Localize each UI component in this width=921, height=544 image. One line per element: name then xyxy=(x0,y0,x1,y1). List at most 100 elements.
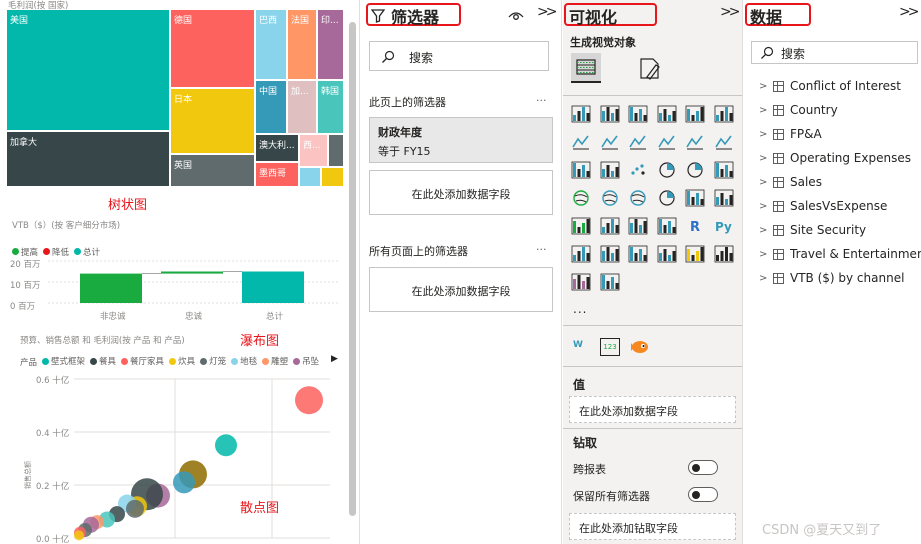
more-visuals-icon[interactable]: ... xyxy=(573,302,587,316)
chevron-right-icon[interactable]: > xyxy=(759,273,773,284)
scatter-chart[interactable] xyxy=(0,370,345,544)
filled-map-icon[interactable] xyxy=(600,189,620,207)
kpi-123-icon[interactable]: 123 xyxy=(600,338,620,356)
scatter-icon[interactable] xyxy=(628,161,648,179)
qa-icon[interactable] xyxy=(628,245,648,263)
treemap-cell[interactable]: 法国 xyxy=(288,10,316,79)
cross-report-toggle[interactable] xyxy=(688,460,718,475)
stacked-area-icon[interactable] xyxy=(628,133,648,151)
keep-filters-toggle[interactable] xyxy=(688,487,718,502)
treemap-cell[interactable]: 英国 xyxy=(171,155,254,186)
legend-next-icon[interactable]: ▶ xyxy=(331,354,338,364)
chevron-right-icon[interactable]: > xyxy=(759,225,773,236)
data-table-item[interactable]: > FP&A xyxy=(759,127,822,141)
data-table-item[interactable]: > VTB ($) by channel xyxy=(759,271,904,285)
filter-card-fiscal-year[interactable]: 财政年度 等于 FY15 xyxy=(369,117,553,163)
stacked-bar-icon[interactable] xyxy=(571,105,591,123)
goals-icon[interactable] xyxy=(685,245,705,263)
add-field-dropzone[interactable]: 在此处添加数据字段 xyxy=(369,170,553,215)
canvas-scrollbar[interactable] xyxy=(349,22,356,516)
waterfall-bar[interactable] xyxy=(242,271,304,304)
data-table-item[interactable]: > Country xyxy=(759,103,838,117)
treemap-cell[interactable]: 日本 xyxy=(171,89,254,153)
fish-icon[interactable] xyxy=(629,338,651,356)
data-table-item[interactable]: > SalesVsExpense xyxy=(759,199,887,213)
clustered-bar-icon[interactable] xyxy=(628,105,648,123)
clustered-column-icon[interactable] xyxy=(657,105,677,123)
more-options-icon[interactable]: ... xyxy=(536,240,547,253)
donut-icon[interactable] xyxy=(685,161,705,179)
funnel-icon[interactable] xyxy=(600,161,620,179)
treemap-cell[interactable]: 加拿大 xyxy=(7,132,169,186)
legend-item[interactable]: 灯笼 xyxy=(200,355,226,367)
scatter-point[interactable] xyxy=(74,530,84,541)
stacked-column-icon[interactable] xyxy=(600,105,620,123)
data-table-item[interactable]: > Travel & Entertainment xyxy=(759,247,921,261)
legend-item[interactable]: 餐具 xyxy=(90,355,116,367)
data-search-input[interactable]: 搜索 xyxy=(751,41,918,64)
chevron-right-icon[interactable]: > xyxy=(759,201,773,212)
power-apps-icon[interactable] xyxy=(571,273,591,291)
treemap-cell[interactable]: 中国 xyxy=(256,81,286,133)
treemap-cell[interactable]: 印... xyxy=(318,10,343,79)
scatter-point[interactable] xyxy=(215,434,237,457)
table-icon[interactable] xyxy=(628,217,648,235)
treemap-icon[interactable] xyxy=(714,161,734,179)
build-visual-tab[interactable] xyxy=(571,53,601,83)
data-table-item[interactable]: > Conflict of Interest xyxy=(759,79,901,93)
treemap-cell[interactable]: 墨西哥 xyxy=(256,163,298,186)
decomposition-tree-icon[interactable] xyxy=(600,245,620,263)
azure-map-icon[interactable] xyxy=(628,189,648,207)
area-chart-icon[interactable] xyxy=(600,133,620,151)
treemap-cell[interactable]: 澳大利... xyxy=(256,135,298,161)
pie-icon[interactable] xyxy=(657,161,677,179)
waterfall-icon[interactable] xyxy=(571,161,591,179)
data-table-item[interactable]: > Operating Expenses xyxy=(759,151,911,165)
add-field-dropzone-all-pages[interactable]: 在此处添加数据字段 xyxy=(369,267,553,312)
smart-narrative-icon[interactable] xyxy=(657,245,677,263)
slicer-icon[interactable] xyxy=(600,217,620,235)
scatter-point[interactable] xyxy=(126,499,144,518)
waterfall-bar[interactable] xyxy=(161,271,223,274)
key-influencers-icon[interactable] xyxy=(571,245,591,263)
kpi-icon[interactable] xyxy=(571,217,591,235)
treemap-cell[interactable]: 西... xyxy=(300,135,327,166)
card-icon[interactable] xyxy=(685,189,705,207)
chevron-right-icon[interactable]: > xyxy=(759,249,773,260)
waterfall-bar[interactable] xyxy=(80,273,142,303)
data-table-item[interactable]: > Site Security xyxy=(759,223,866,237)
treemap-cell[interactable]: 美国 xyxy=(7,10,169,130)
power-automate-icon[interactable] xyxy=(600,273,620,291)
legend-item[interactable]: 餐厅家具 xyxy=(121,355,164,367)
100-column-icon[interactable] xyxy=(714,105,734,123)
scatter-point[interactable] xyxy=(173,471,195,494)
treemap-cell[interactable]: 巴西 xyxy=(256,10,286,79)
more-options-icon[interactable]: ... xyxy=(536,91,547,104)
values-dropzone[interactable]: 在此处添加数据字段 xyxy=(569,396,736,423)
treemap-cell[interactable] xyxy=(329,135,343,166)
eye-icon[interactable] xyxy=(508,8,524,22)
gauge-icon[interactable] xyxy=(657,189,677,207)
treemap-cell[interactable] xyxy=(300,168,320,186)
r-visual-icon[interactable]: R xyxy=(685,217,705,235)
treemap-cell[interactable]: 韩国 xyxy=(318,81,343,133)
chevron-right-icon[interactable]: > xyxy=(759,129,773,140)
line-stacked-column-icon[interactable] xyxy=(685,133,705,151)
multi-row-card-icon[interactable] xyxy=(714,189,734,207)
line-chart-icon[interactable] xyxy=(571,133,591,151)
ribbon-chart-icon[interactable] xyxy=(714,133,734,151)
filters-search-input[interactable]: 搜索 xyxy=(369,41,549,71)
collapse-data-icon[interactable]: >> xyxy=(899,4,920,20)
paginated-report-icon[interactable] xyxy=(714,245,734,263)
treemap-cell[interactable]: 加... xyxy=(288,81,316,133)
data-table-item[interactable]: > Sales xyxy=(759,175,822,189)
legend-item[interactable]: 地毯 xyxy=(231,355,257,367)
matrix-icon[interactable] xyxy=(657,217,677,235)
chevron-right-icon[interactable]: > xyxy=(759,105,773,116)
scatter-point[interactable] xyxy=(295,386,323,415)
treemap-chart[interactable]: 美国 加拿大 德国 日本 英国 巴西 法国 印... 中国 加... 韩国 澳大… xyxy=(7,10,343,186)
drillthrough-dropzone[interactable]: 在此处添加钻取字段 xyxy=(569,513,736,540)
waterfall-chart[interactable] xyxy=(0,255,360,315)
chevron-right-icon[interactable]: > xyxy=(759,177,773,188)
format-visual-tab[interactable] xyxy=(638,55,664,83)
